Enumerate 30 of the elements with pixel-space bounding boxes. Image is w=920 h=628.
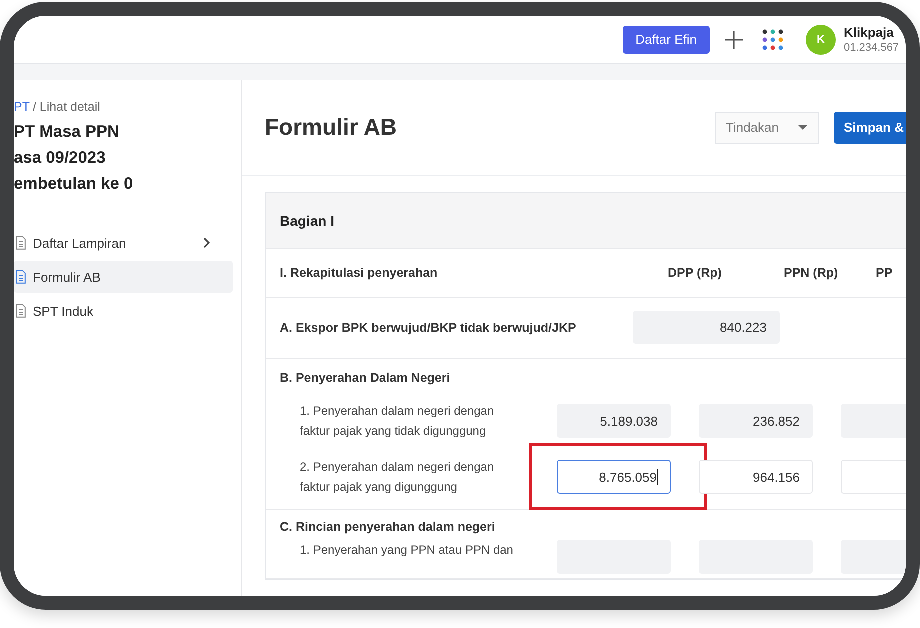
- number-field[interactable]: 8.765.059: [557, 460, 671, 494]
- group-heading: B. Penyerahan Dalam Negeri: [280, 371, 452, 385]
- simpan-button[interactable]: Simpan &: [834, 112, 906, 144]
- column-heading: I. Rekapitulasi penyerahan: [280, 266, 439, 280]
- account-name: Klikpaja: [844, 25, 895, 40]
- breadcrumb-current: / Lihat detail: [32, 100, 100, 114]
- number-field: 236.852: [699, 404, 813, 438]
- spt-title: PT Masa PPN: [14, 122, 120, 143]
- column-heading: PPN (Rp): [784, 266, 840, 280]
- group-heading: C. Rincian penyerahan dalam negeri: [280, 520, 496, 534]
- column-heading: PP: [876, 266, 893, 280]
- tindakan-dropdown[interactable]: Tindakan: [715, 112, 819, 144]
- daftar-efin-button[interactable]: Daftar Efin: [622, 26, 710, 54]
- sidebar-item[interactable]: SPT Induk: [14, 295, 233, 327]
- number-field: 840.223: [633, 311, 780, 344]
- number-field: 5.189.038: [557, 404, 671, 438]
- section-title: Bagian I: [280, 212, 334, 228]
- spt-title: embetulan ke 0: [14, 174, 134, 195]
- sidebar-item[interactable]: Daftar Lampiran: [14, 227, 233, 259]
- spt-title: asa 09/2023: [14, 148, 107, 169]
- page-title: Formulir AB: [265, 114, 398, 141]
- row-label: 2. Penyerahan dalam negeri dengan faktur pajak yang digunggung: [299, 459, 496, 496]
- row-label: 1. Penyerahan yang PPN atau PPN dan: [299, 542, 514, 559]
- sidebar-item[interactable]: Formulir AB: [14, 261, 233, 293]
- column-heading: DPP (Rp): [668, 266, 723, 280]
- number-field[interactable]: 964.156: [699, 460, 813, 494]
- row-label: 1. Penyerahan dalam negeri dengan faktur pajak yang tidak digunggung: [299, 403, 496, 440]
- breadcrumb-link[interactable]: PT: [14, 100, 30, 114]
- account-id: 01.234.567: [844, 42, 900, 54]
- row-label: A. Ekspor BPK berwujud/BKP tidak berwujud/JKP: [280, 320, 578, 334]
